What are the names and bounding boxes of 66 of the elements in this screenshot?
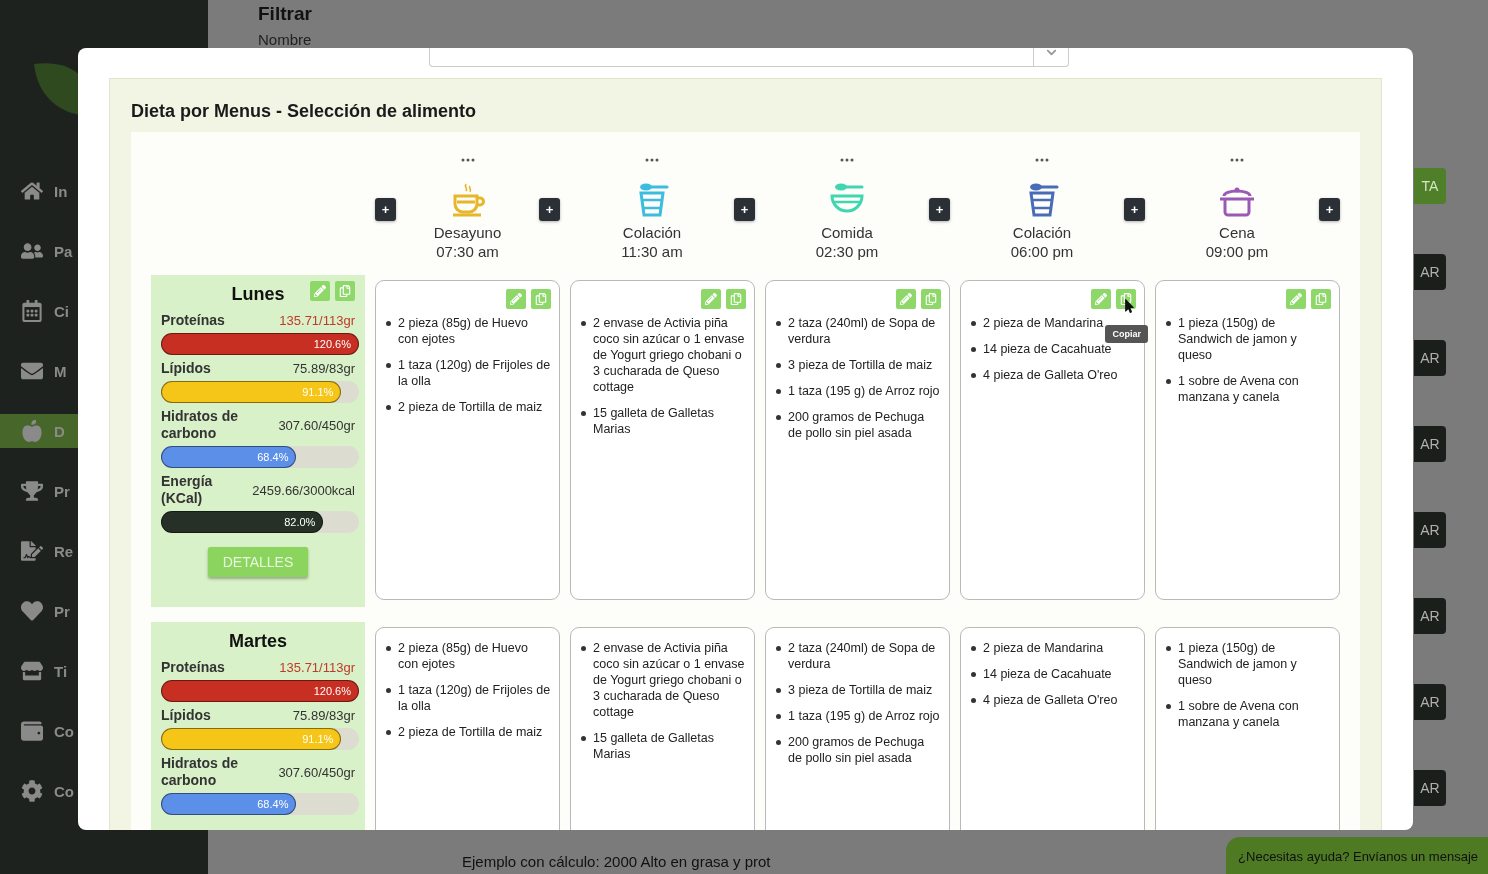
food-item: 2 pieza de Tortilla de maiz (398, 724, 544, 740)
meal-name: Comida (821, 224, 873, 241)
meal-time: 11:30 am (621, 243, 683, 260)
food-item: 2 pieza (85g) de Huevo con ejotes (398, 315, 529, 347)
day-name: Lunes (231, 283, 285, 305)
progress-fill: 120.6% (161, 333, 359, 355)
food-item: 1 pieza (150g) de Sandwich de jamon y queso (1178, 315, 1298, 363)
food-item: 1 sobre de Avena con manzana y canela (1178, 373, 1300, 405)
tooltip: Copiar (1105, 325, 1148, 343)
meal-name: Colación (622, 224, 682, 241)
macro-name: Hidratos de carbono (161, 408, 239, 442)
macro-name: Energía (KCal) (161, 473, 214, 507)
macro-name: Lípidos (161, 707, 212, 724)
food-item: 3 pieza de Tortilla de maiz (788, 682, 934, 698)
macro-value: 307.60/450gr (278, 764, 355, 780)
food-item: 1 sobre de Avena con manzana y canela (1178, 698, 1300, 730)
food-item: 200 gramos de Pechuga de pollo sin piel asada (788, 734, 926, 766)
macro-value: 307.60/450gr (278, 417, 355, 433)
example-text: Ejemplo con cálculo: 2000 Alto en grasa y prot (462, 853, 771, 870)
meal-time: 09:00 pm (1205, 243, 1269, 260)
food-item: 2 envase de Activia piña coco sin azúcar o 1 envase de Yogurt griego chobani o 3 cucharada de Queso cottage (593, 640, 746, 720)
macro-name: Hidratos de carbono (161, 755, 239, 789)
macro-value: 2459.66/3000kcal (252, 482, 355, 498)
day-name: Martes (229, 630, 287, 652)
food-item: 1 taza (120g) de Frijoles de la olla (398, 682, 551, 714)
food-item: 1 taza (195 g) de Arroz rojo (788, 383, 941, 399)
filter-label: Nombre (258, 31, 312, 48)
food-item: 2 pieza de Mandarina (983, 315, 1105, 331)
progress-fill: 120.6% (161, 680, 359, 702)
progress-fill: 68.4% (161, 793, 297, 815)
macro-value: 75.89/83gr (292, 361, 355, 376)
progress-fill: 82.0% (161, 511, 324, 533)
food-item: 2 envase de Activia piña coco sin azúcar o 1 envase de Yogurt griego chobani o 3 cucharada de Queso cottage (593, 315, 746, 395)
food-item: 4 pieza de Galleta O'reo (983, 692, 1119, 708)
progress-fill: 68.4% (161, 446, 297, 468)
food-item: 1 pieza (150g) de Sandwich de jamon y queso (1178, 640, 1298, 688)
food-item: 14 pieza de Cacahuate (983, 341, 1113, 357)
food-item: 1 taza (195 g) de Arroz rojo (788, 708, 941, 724)
meal-time: 06:00 pm (1010, 243, 1074, 260)
meal-name: Desayuno (433, 224, 502, 241)
food-item: 2 pieza de Mandarina (983, 640, 1105, 656)
food-item: 1 taza (120g) de Frijoles de la olla (398, 357, 551, 389)
meal-time: 07:30 am (436, 243, 499, 260)
food-item: 2 taza (240ml) de Sopa de verdura (788, 315, 937, 347)
food-item: 2 taza (240ml) de Sopa de verdura (788, 640, 937, 672)
progress-fill: 91.1% (161, 728, 342, 750)
meal-name: Colación (1012, 224, 1072, 241)
food-item: 15 galleta de Galletas Marias (593, 405, 715, 437)
macro-name: Proteínas (161, 659, 226, 676)
macro-value: 135.71/113gr (279, 660, 355, 675)
food-item: 14 pieza de Cacahuate (983, 666, 1113, 682)
macro-name: Lípidos (161, 360, 212, 377)
food-item: 4 pieza de Galleta O'reo (983, 367, 1119, 383)
macro-value: 75.89/83gr (292, 708, 355, 723)
progress-fill: 91.1% (161, 381, 342, 403)
food-item: 2 pieza de Tortilla de maiz (398, 399, 544, 415)
meal-time: 02:30 pm (815, 243, 879, 260)
food-item: 15 galleta de Galletas Marias (593, 730, 715, 762)
food-item: 3 pieza de Tortilla de maiz (788, 357, 934, 373)
macro-value: 135.71/113gr (279, 313, 355, 328)
food-item: 200 gramos de Pechuga de pollo sin piel asada (788, 409, 926, 441)
food-item: 2 pieza (85g) de Huevo con ejotes (398, 640, 529, 672)
panel-title: Dieta por Menus - Selección de alimento (131, 100, 478, 123)
macro-name: Proteínas (161, 312, 226, 329)
meal-name: Cena (1219, 224, 1255, 241)
page-title: Filtrar (258, 3, 312, 25)
